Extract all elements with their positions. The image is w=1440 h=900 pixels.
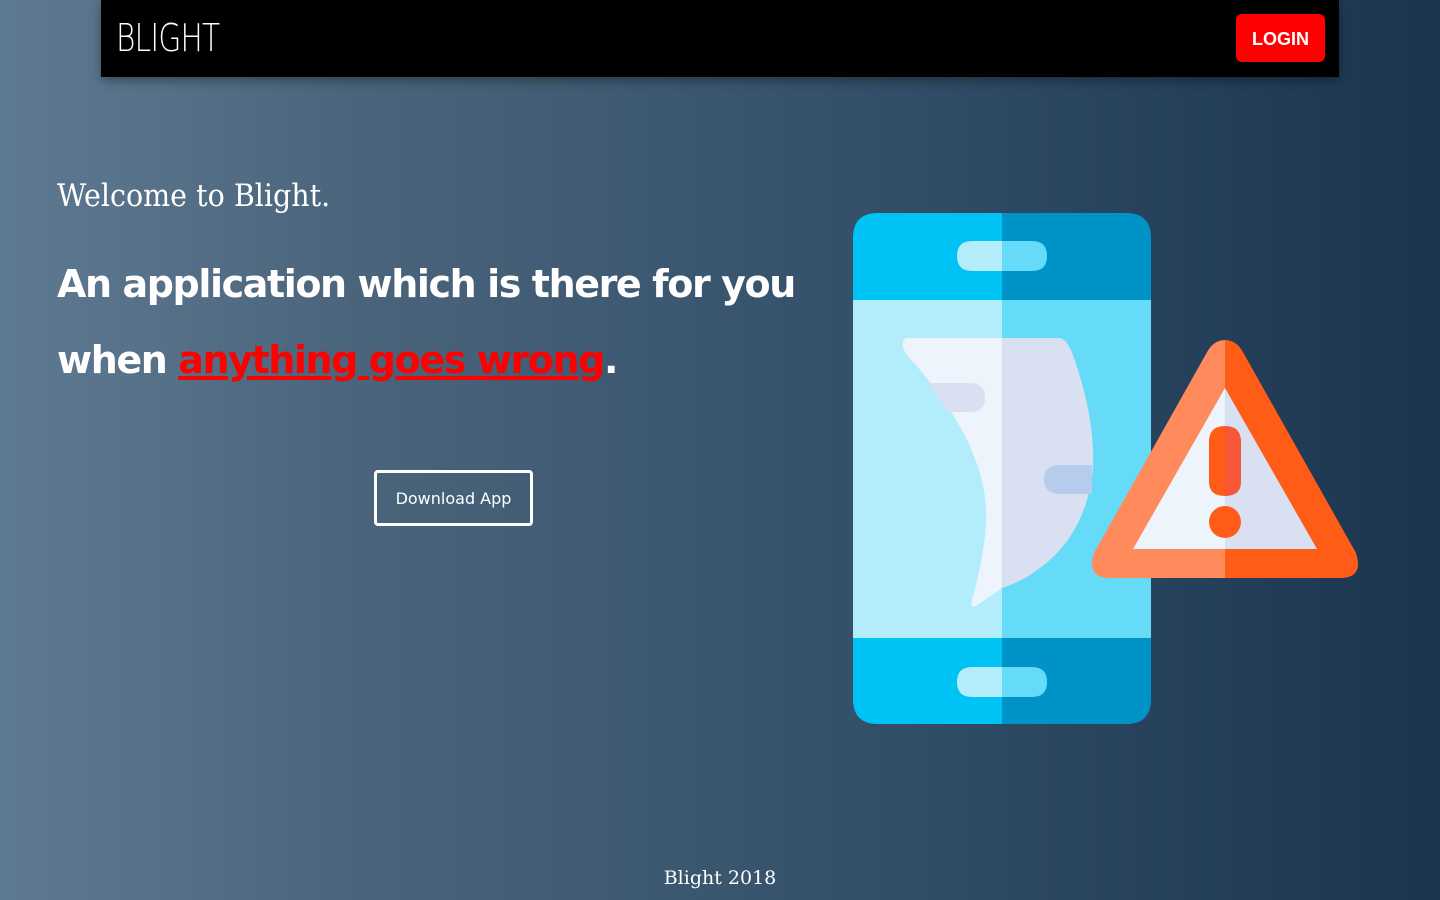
navbar: BLIGHT LOGIN: [101, 0, 1339, 77]
hero-headline: An application which is there for you wh…: [57, 246, 837, 398]
footer-copyright: Blight 2018: [663, 867, 777, 889]
brand-logo[interactable]: BLIGHT: [116, 14, 220, 62]
welcome-text: Welcome to Blight.: [57, 178, 331, 214]
phone-warning-icon: [853, 213, 1358, 724]
headline-highlight-link[interactable]: anything goes wrong: [178, 338, 605, 382]
login-button[interactable]: LOGIN: [1236, 14, 1325, 62]
headline-period: .: [603, 338, 618, 382]
download-app-button[interactable]: Download App: [374, 470, 533, 526]
phone-warning-illustration: [848, 208, 1368, 732]
